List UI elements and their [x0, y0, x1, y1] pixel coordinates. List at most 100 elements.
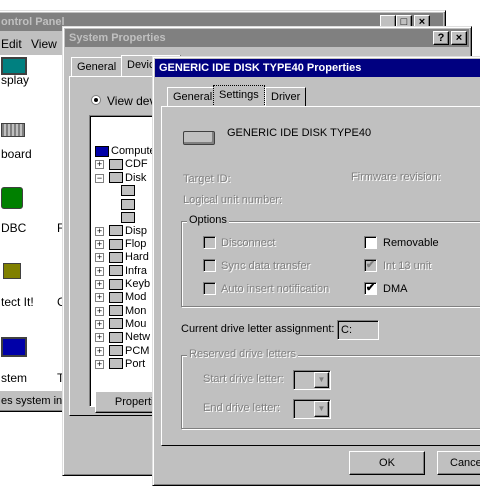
- firmware-label: Firmware revision:: [351, 171, 441, 183]
- device-icon: [109, 172, 123, 184]
- tree-expander[interactable]: +: [95, 319, 104, 329]
- system-close-button[interactable]: ×: [451, 31, 467, 45]
- device-name: GENERIC IDE DISK TYPE40: [227, 127, 372, 139]
- system-label[interactable]: stem: [1, 371, 27, 385]
- device-icon: [109, 305, 123, 317]
- system-icon[interactable]: [1, 337, 27, 357]
- device-icon: [109, 331, 123, 343]
- display-label[interactable]: splay: [1, 73, 29, 87]
- current-drive-field[interactable]: C:: [337, 320, 379, 340]
- keyboard-label[interactable]: board: [1, 147, 32, 161]
- tree-item[interactable]: Port: [109, 358, 145, 371]
- tree-item[interactable]: Disk: [109, 172, 146, 185]
- disconnect-label: Disconnect: [221, 237, 276, 249]
- tree-item-label: Hard: [125, 251, 149, 264]
- tree-item[interactable]: Flop: [109, 238, 146, 251]
- options-legend: Options: [187, 214, 229, 226]
- view-radio[interactable]: [91, 95, 101, 105]
- reserved-legend: Reserved drive letters: [187, 348, 298, 360]
- tree-item-label: Infra: [125, 264, 148, 277]
- tab-disk-settings[interactable]: Settings: [213, 85, 265, 107]
- menu-edit[interactable]: Edit: [1, 37, 22, 51]
- dma-label: DMA: [383, 283, 408, 295]
- lock-icon[interactable]: [3, 263, 21, 279]
- odbc-label[interactable]: DBC: [1, 221, 26, 235]
- end-drive-dropdown-icon[interactable]: ▼: [314, 401, 329, 417]
- end-drive-label: End drive letter:: [203, 402, 281, 414]
- device-icon: [109, 278, 123, 290]
- tree-item-label: Mod: [125, 291, 147, 304]
- tree-item[interactable]: CDF: [109, 158, 148, 171]
- tree-item-label: Netw: [125, 331, 151, 344]
- tree-item[interactable]: Mod: [109, 291, 146, 304]
- system-help-button[interactable]: ?: [433, 31, 449, 45]
- removable-checkbox[interactable]: [364, 236, 377, 249]
- disconnect-checkbox[interactable]: [203, 236, 216, 249]
- view-radio-label: View dev: [107, 94, 156, 108]
- tree-item[interactable]: Netw: [109, 331, 150, 344]
- int13-checkbox[interactable]: ✔: [364, 259, 377, 272]
- device-icon: [109, 345, 123, 357]
- tab-general[interactable]: General: [71, 57, 123, 77]
- tree-expander[interactable]: −: [95, 173, 104, 183]
- dma-checkbox[interactable]: ✔: [364, 282, 377, 295]
- target-id-label: Target ID:: [183, 173, 231, 185]
- tree-expander[interactable]: +: [95, 240, 104, 250]
- device-icon: [121, 185, 135, 197]
- sync-transfer-checkbox[interactable]: [203, 259, 216, 272]
- device-icon: [109, 225, 123, 237]
- tree-expander[interactable]: +: [95, 346, 104, 356]
- tree-item-label: Mou: [125, 317, 147, 330]
- tree-expander[interactable]: +: [95, 226, 104, 236]
- control-panel-title: ontrol Panel: [1, 16, 65, 28]
- tree-item-label: Disk: [125, 171, 147, 184]
- lock-label[interactable]: tect It!: [1, 295, 34, 309]
- tree-item[interactable]: Mou: [109, 318, 146, 331]
- tree-expander[interactable]: +: [95, 160, 104, 170]
- tab-disk-general[interactable]: General: [167, 87, 219, 107]
- removable-label: Removable: [383, 237, 439, 249]
- control-panel-status: es system info: [1, 395, 72, 407]
- tree-item[interactable]: Disp: [109, 225, 147, 238]
- tree-expander[interactable]: +: [95, 306, 104, 316]
- tree-item[interactable]: [121, 185, 137, 198]
- tree-item[interactable]: [121, 198, 137, 211]
- tree-expander[interactable]: +: [95, 266, 104, 276]
- device-icon: [95, 145, 109, 157]
- device-icon: [109, 265, 123, 277]
- tree-item-label: Compute: [111, 145, 156, 157]
- odbc-icon[interactable]: [1, 187, 23, 209]
- menu-view[interactable]: View: [31, 37, 57, 51]
- tree-item[interactable]: Mon: [109, 305, 146, 318]
- device-icon: [109, 158, 123, 170]
- tree-expander[interactable]: +: [95, 333, 104, 343]
- tree-item[interactable]: Compute: [95, 145, 156, 158]
- system-properties-title: System Properties: [69, 32, 166, 44]
- tree-expander[interactable]: +: [95, 359, 104, 369]
- tree-item-label: Mon: [125, 304, 147, 317]
- cancel-button[interactable]: Cance: [437, 451, 480, 475]
- start-drive-dropdown-icon[interactable]: ▼: [314, 372, 329, 388]
- auto-insert-checkbox[interactable]: [203, 282, 216, 295]
- tree-expander[interactable]: +: [95, 280, 104, 289]
- device-icon: [121, 212, 135, 224]
- tree-item[interactable]: Keyb: [109, 278, 150, 291]
- tree-item-label: Disp: [125, 224, 148, 237]
- tree-item[interactable]: Infra: [109, 265, 147, 278]
- sync-transfer-label: Sync data transfer: [221, 260, 311, 272]
- start-drive-label: Start drive letter:: [203, 373, 284, 385]
- tab-disk-driver[interactable]: Driver: [265, 87, 307, 107]
- system-properties-titlebar[interactable]: System Properties: [65, 29, 469, 47]
- tree-expander[interactable]: +: [95, 293, 104, 303]
- lun-label: Logical unit number:: [183, 194, 283, 206]
- int13-label: Int 13 unit: [383, 260, 432, 272]
- tree-item[interactable]: Hard: [109, 251, 149, 264]
- disk-properties-titlebar[interactable]: GENERIC IDE DISK TYPE40 Properties: [155, 59, 480, 77]
- keyboard-icon[interactable]: [1, 123, 25, 137]
- tree-expander[interactable]: +: [95, 253, 104, 263]
- ok-button[interactable]: OK: [349, 451, 425, 475]
- tree-item[interactable]: PCM: [109, 345, 149, 358]
- tree-item[interactable]: [121, 212, 137, 225]
- tree-item-label: CDF: [125, 158, 148, 171]
- device-icon: [109, 251, 123, 263]
